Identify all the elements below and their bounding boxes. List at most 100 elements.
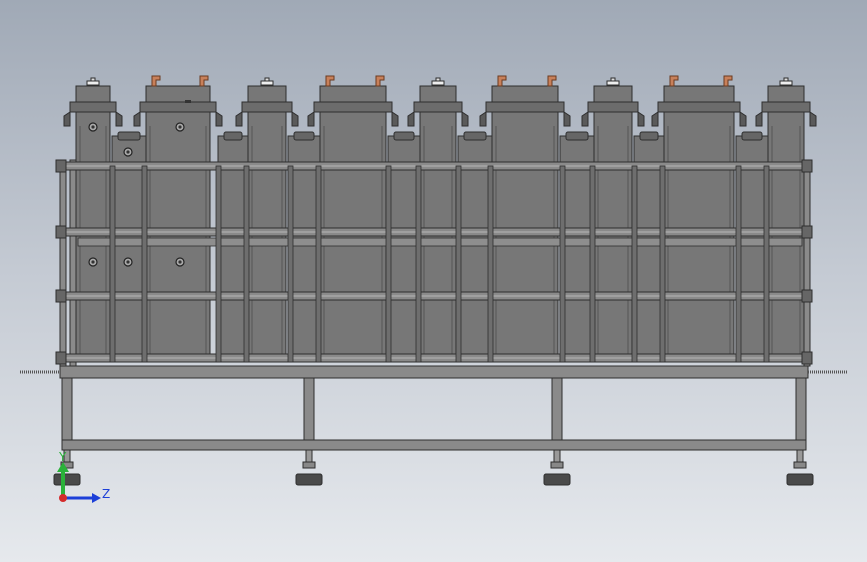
port-hole-center-3 [178,125,182,129]
foot-4-nut [793,461,807,469]
module-1-cap-flange [69,101,117,113]
module-9-latch-left [755,111,763,127]
vertical-strap-15 [735,165,742,363]
foot-3-pad [543,473,571,486]
frame-post-2 [69,159,77,367]
z-axis-label: Z [102,487,110,501]
module-1-latch-left [63,111,71,127]
inter-module-cap-6 [565,131,589,141]
inter-module-cap-2 [223,131,243,141]
module-2-latch-right [215,111,223,127]
foot-4-pad [786,473,814,486]
vertical-strap-1 [109,165,116,363]
module-1-latch-right [115,111,123,127]
z-axis-arrowhead [92,493,101,503]
port-hole-center-2 [126,150,130,154]
vertical-strap-2 [141,165,148,363]
rail-end-left-3 [55,289,67,303]
module-3-latch-right [291,111,299,127]
inter-module-cap-4 [393,131,415,141]
foot-3-nut [550,461,564,469]
module-5-cap [419,85,457,103]
rail-end-right-4 [801,351,813,365]
module-8-terminal-2 [723,75,733,87]
rail-end-left-4 [55,351,67,365]
rail-end-left-1 [55,159,67,173]
base-leg-4 [795,377,807,441]
module-8-latch-left [651,111,659,127]
module-5-latch-left [407,111,415,127]
inter-module-cap-1 [117,131,141,141]
module-2-cap [145,85,211,103]
port-hole-center-5 [126,260,130,264]
module-2-terminal-1 [151,75,161,87]
port-hole-center-1 [91,125,95,129]
vertical-strap-9 [455,165,462,363]
battery-rack-assembly[interactable] [20,75,848,486]
vertical-strap-10 [487,165,494,363]
module-6-cap-flange [485,101,565,113]
vertical-strap-11 [559,165,566,363]
cap-marking [185,100,191,103]
base-bottom-beam [61,439,807,451]
vertical-strap-4 [243,165,250,363]
module-5-cap-flange [413,101,463,113]
model-view[interactable]: Y Z [0,0,867,562]
foot-2-nut [302,461,316,469]
module-4-cap [319,85,387,103]
rail-end-left-2 [55,225,67,239]
module-2-cap-flange [139,101,217,113]
vertical-strap-16 [763,165,770,363]
graphics-viewport[interactable]: Y Z [0,0,867,562]
port-hole-center-6 [178,260,182,264]
module-6-terminal-1 [497,75,507,87]
base-leg-3 [551,377,563,441]
module-1-vent-bar [86,80,100,86]
base-leg-2 [303,377,315,441]
vertical-strap-3 [215,165,222,363]
foot-1-pad [53,473,81,486]
module-4-terminal-2 [375,75,385,87]
inter-module-cap-5 [463,131,487,141]
module-6-terminal-2 [547,75,557,87]
module-7-vent-bar [606,80,620,86]
frame-post-3 [803,159,811,367]
vertical-strap-14 [659,165,666,363]
rail-end-right-2 [801,225,813,239]
inter-module-cap-3 [293,131,315,141]
module-9-cap [767,85,805,103]
module-6-cap [491,85,559,103]
base-top-beam [59,365,809,379]
module-1-cap [75,85,111,103]
module-9-vent-bar [779,80,793,86]
module-9-latch-right [809,111,817,127]
port-hole-center-4 [91,260,95,264]
module-4-cap-flange [313,101,393,113]
module-9-cap-flange [761,101,811,113]
vertical-strap-12 [589,165,596,363]
module-8-cap [663,85,735,103]
module-7-cap [593,85,633,103]
module-3-cap-flange [241,101,293,113]
vertical-strap-6 [315,165,322,363]
inter-module-cap-8 [741,131,763,141]
base-leg-1 [61,377,73,441]
y-axis-label: Y [58,450,67,464]
foot-2-pad [295,473,323,486]
module-4-terminal-1 [325,75,335,87]
module-2-terminal-2 [199,75,209,87]
vertical-strap-8 [415,165,422,363]
module-2-latch-left [133,111,141,127]
vertical-strap-5 [287,165,294,363]
module-4-latch-right [391,111,399,127]
vertical-strap-13 [631,165,638,363]
module-7-cap-flange [587,101,639,113]
view-orientation-triad: Y Z [57,450,110,503]
inter-module-cap-7 [639,131,659,141]
mid-separator-strip [77,237,803,247]
module-4-latch-left [307,111,315,127]
module-7-latch-left [581,111,589,127]
module-6-latch-left [479,111,487,127]
module-5-vent-bar [431,80,445,86]
rail-end-right-3 [801,289,813,303]
